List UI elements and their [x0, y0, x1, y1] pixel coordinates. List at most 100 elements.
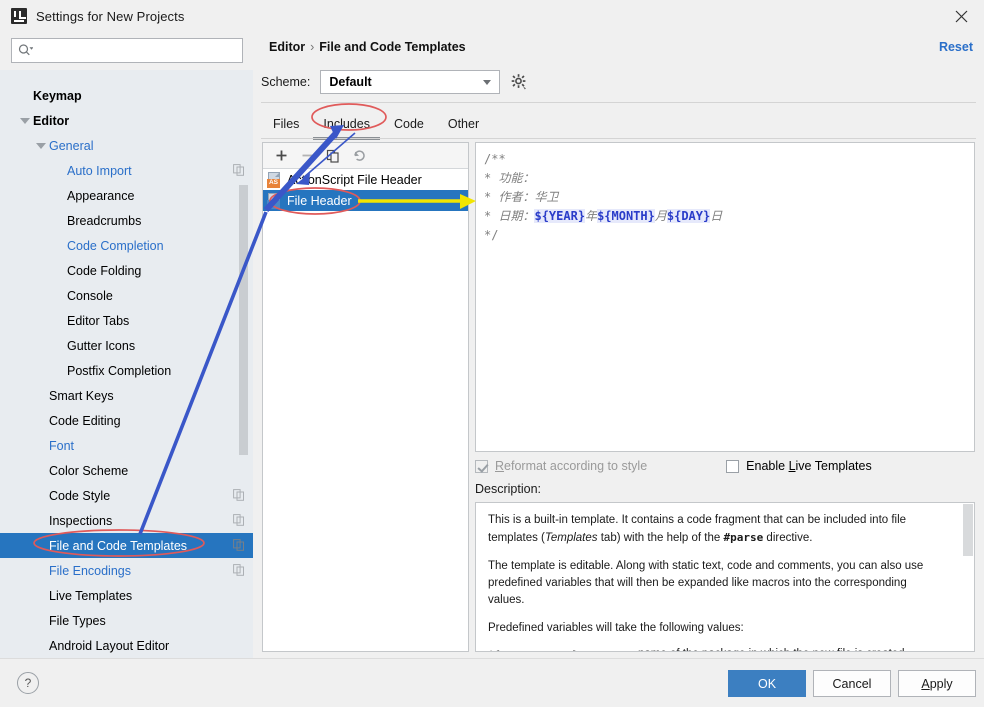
- sidebar-item-label: Appearance: [67, 188, 135, 203]
- template-category-tabs[interactable]: Files Includes Code Other: [261, 111, 976, 140]
- code-text: 作者：华卫: [498, 190, 559, 204]
- sidebar-item-file-encodings[interactable]: File Encodings: [0, 558, 253, 583]
- tab-label: Files: [273, 117, 300, 131]
- sidebar-item-appearance[interactable]: Appearance: [0, 183, 253, 208]
- help-button[interactable]: ?: [17, 672, 39, 694]
- description-variable-list: ${PACKAGE_NAME}name of the package in wh…: [488, 648, 962, 651]
- description-scrollbar[interactable]: [963, 503, 974, 651]
- chevron-down-icon[interactable]: [18, 114, 31, 127]
- search-input[interactable]: [33, 40, 242, 61]
- sidebar-item-label: Android Layout Editor: [49, 638, 170, 653]
- sidebar-item-file-and-code-templates[interactable]: File and Code Templates: [0, 533, 253, 558]
- sidebar-item-label: File Types: [49, 613, 106, 628]
- code-text: *: [484, 171, 499, 185]
- template-variable: ${MONTH}: [597, 209, 655, 223]
- sidebar-item-gutter-icons[interactable]: Gutter Icons: [0, 333, 253, 358]
- description-paragraph-3: Predefined variables will take the follo…: [488, 622, 744, 634]
- template-list-rows: AS ActionScript File Header J File Header: [263, 169, 468, 211]
- code-text: */: [484, 228, 499, 242]
- sidebar-item-code-folding[interactable]: Code Folding: [0, 258, 253, 283]
- code-text: 日期：: [498, 209, 535, 223]
- sidebar-item-label: Postfix Completion: [67, 363, 172, 378]
- sidebar-item-inspections[interactable]: Inspections: [0, 508, 253, 533]
- sidebar-item-code-style[interactable]: Code Style: [0, 483, 253, 508]
- sidebar-item-postfix-completion[interactable]: Postfix Completion: [0, 358, 253, 383]
- live-templates-checkbox-group[interactable]: Enable Live Templates: [726, 459, 872, 473]
- chevron-down-icon[interactable]: [34, 139, 47, 152]
- scheme-selected-value: Default: [329, 75, 372, 89]
- sidebar-item-label: Code Style: [49, 488, 111, 503]
- description-paragraph-1: This is a built-in template. It contains…: [488, 512, 943, 547]
- list-item[interactable]: J File Header: [263, 190, 468, 211]
- tab-other[interactable]: Other: [436, 112, 491, 136]
- tab-files[interactable]: Files: [261, 112, 311, 136]
- sidebar-item-font[interactable]: Font: [0, 433, 253, 458]
- template-code-text[interactable]: /** * 功能： * 作者：华卫 * 日期：${YEAR}年${MONTH}月…: [476, 143, 974, 245]
- reformat-checkbox-group[interactable]: Reformat according to style: [475, 459, 647, 473]
- code-text: 功能：: [498, 171, 535, 185]
- chevron-down-icon: [483, 80, 492, 85]
- sidebar-item-smart-keys[interactable]: Smart Keys: [0, 383, 253, 408]
- tabs-divider: [261, 138, 976, 139]
- sidebar-item-android-layout-editor[interactable]: Android Layout Editor: [0, 633, 253, 658]
- sidebar-item-code-completion[interactable]: Code Completion: [0, 233, 253, 258]
- description-panel[interactable]: This is a built-in template. It contains…: [475, 502, 975, 652]
- reformat-checkbox[interactable]: [475, 459, 488, 473]
- tab-code[interactable]: Code: [382, 112, 436, 136]
- code-text: *: [484, 209, 499, 223]
- template-code-editor[interactable]: /** * 功能： * 作者：华卫 * 日期：${YEAR}年${MONTH}月…: [475, 142, 975, 452]
- sidebar-item-console[interactable]: Console: [0, 283, 253, 308]
- sidebar-item-live-templates[interactable]: Live Templates: [0, 583, 253, 608]
- breadcrumb-parent[interactable]: Editor: [269, 40, 305, 54]
- desc-p1-parse: #parse: [723, 531, 764, 544]
- sidebar-item-label: Code Editing: [49, 413, 121, 428]
- settings-tree[interactable]: Keymap Editor General Auto Import Appearance…: [0, 70, 253, 658]
- list-item[interactable]: AS ActionScript File Header: [263, 169, 468, 190]
- template-list-toolbar[interactable]: [263, 143, 468, 169]
- sidebar-item-label: Console: [67, 288, 113, 303]
- code-text: *: [484, 190, 499, 204]
- settings-dialog: Settings for New Projects Keymap Editor Ge…: [0, 0, 984, 707]
- sidebar-item-auto-import[interactable]: Auto Import: [0, 158, 253, 183]
- intellij-idea-icon: [11, 8, 27, 24]
- remove-template-button[interactable]: [295, 145, 319, 167]
- template-list-panel[interactable]: AS ActionScript File Header J File Header: [262, 142, 469, 652]
- search-box[interactable]: [11, 38, 243, 63]
- reset-link[interactable]: Reset: [939, 40, 973, 54]
- reformat-checkbox-label: Reformat according to style: [495, 459, 648, 473]
- sidebar-item-color-scheme[interactable]: Color Scheme: [0, 458, 253, 483]
- live-templates-checkbox[interactable]: [726, 459, 740, 473]
- ok-button[interactable]: OK: [728, 670, 806, 697]
- sidebar-item-breadcrumbs[interactable]: Breadcrumbs: [0, 208, 253, 233]
- tab-includes[interactable]: Includes: [311, 112, 382, 140]
- scheme-select[interactable]: Default: [320, 70, 501, 94]
- sidebar-item-label: General: [49, 138, 94, 153]
- sidebar-scrollbar[interactable]: [239, 70, 251, 658]
- apply-button[interactable]: Apply: [898, 670, 976, 697]
- tree-root: Keymap Editor General Auto Import Appearance…: [0, 70, 253, 658]
- desc-p1-b: tab) with the help of the: [597, 532, 724, 544]
- sidebar-item-label: Inspections: [49, 513, 113, 528]
- sidebar-item-label: Breadcrumbs: [67, 213, 142, 228]
- close-icon[interactable]: [938, 0, 984, 32]
- sidebar-item-file-types[interactable]: File Types: [0, 608, 253, 633]
- sidebar-item-label: Editor Tabs: [67, 313, 130, 328]
- sidebar-item-code-editing[interactable]: Code Editing: [0, 408, 253, 433]
- sidebar-item-label: Color Scheme: [49, 463, 129, 478]
- add-template-button[interactable]: [269, 145, 293, 167]
- sidebar-item-label: Keymap: [33, 88, 82, 103]
- sidebar-item-label: Font: [49, 438, 75, 453]
- gear-icon[interactable]: [510, 73, 528, 91]
- undo-icon[interactable]: [347, 145, 371, 167]
- desc-p1-c: directive.: [763, 532, 813, 544]
- reformat-label-rest: eformat according to style: [504, 459, 648, 473]
- sidebar-scrollbar-thumb[interactable]: [239, 185, 248, 455]
- sidebar-item-keymap[interactable]: Keymap: [0, 83, 253, 108]
- sidebar-item-editor-tabs[interactable]: Editor Tabs: [0, 308, 253, 333]
- copy-template-button[interactable]: [321, 145, 345, 167]
- description-scrollbar-thumb[interactable]: [963, 504, 973, 556]
- sidebar-item-general[interactable]: General: [0, 133, 253, 158]
- cancel-button[interactable]: Cancel: [813, 670, 891, 697]
- sidebar-item-editor[interactable]: Editor: [0, 108, 253, 133]
- sidebar-item-label: File and Code Templates: [49, 538, 188, 553]
